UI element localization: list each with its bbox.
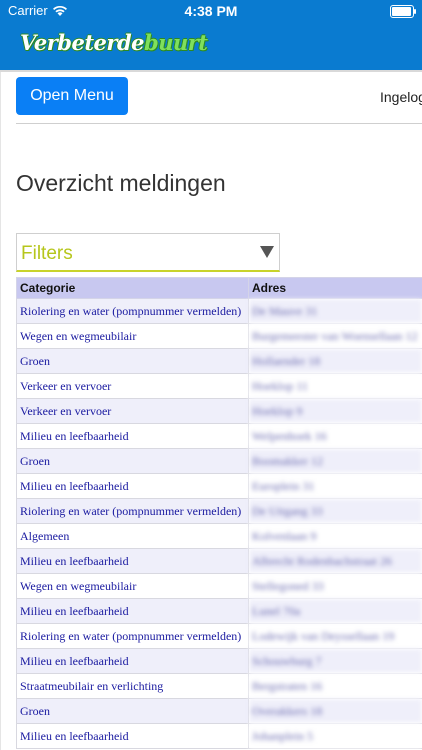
logged-in-label[interactable]: Ingelogd (380, 89, 422, 105)
cell-adres[interactable]: Kolvenlaan 9 (248, 523, 422, 549)
cell-adres[interactable]: Europlein 31 (248, 473, 422, 499)
cell-adres[interactable]: De Uitgang 33 (248, 498, 422, 524)
brand-divider (0, 70, 422, 72)
cell-adres[interactable]: Schouwburg 7 (248, 648, 422, 674)
cell-categorie[interactable]: Wegen en wegmeubilair (16, 323, 249, 349)
cell-adres[interactable]: Albrecht Rodenbachstraat 26 (248, 548, 422, 574)
logo-text-main: Verbeterde (20, 30, 145, 55)
table-row[interactable]: Groen Boomakker 12 (16, 448, 422, 474)
filters-label: Filters (21, 243, 73, 264)
table-row[interactable]: Straatmeubilair en verlichting Bergstrate… (16, 673, 422, 699)
table-row[interactable]: Riolering en water (pompnummer vermelden… (16, 298, 422, 324)
logo-text-accent: buurt (144, 30, 208, 55)
cell-adres[interactable]: Hoeklop 11 (248, 373, 422, 399)
cell-categorie[interactable]: Milieu en leefbaarheid (16, 548, 249, 574)
table-row[interactable]: Milieu en leefbaarheid Albrecht Rodenbach… (16, 548, 422, 574)
table-row[interactable]: Milieu en leefbaarheid Welpenhoek 16 (16, 423, 422, 449)
page-title: Overzicht meldingen (16, 170, 226, 196)
table-row[interactable]: Groen Overakkers 18 (16, 698, 422, 724)
table-row[interactable]: Wegen en wegmeubilair Stellegoned 33 (16, 573, 422, 599)
cell-adres[interactable]: De Mauve 31 (248, 298, 422, 324)
cell-categorie[interactable]: Groen (16, 698, 249, 724)
table-row[interactable]: Milieu en leefbaarheid Europlein 31 (16, 473, 422, 499)
cell-categorie[interactable]: Milieu en leefbaarheid (16, 473, 249, 499)
cell-adres[interactable]: Stellegoned 33 (248, 573, 422, 599)
cell-categorie[interactable]: Straatmeubilair en verlichting (16, 673, 249, 699)
brand-bar: Verbeterdebuurt (0, 22, 422, 70)
cell-categorie[interactable]: Wegen en wegmeubilair (16, 573, 249, 599)
cell-adres[interactable]: Johanplein 5 (248, 723, 422, 749)
cell-adres[interactable]: Bergstraten 16 (248, 673, 422, 699)
cell-categorie[interactable]: Verkeer en vervoer (16, 373, 249, 399)
table-row[interactable]: Groen Hollaender 18 (16, 348, 422, 374)
table-header-row: Categorie Adres (16, 277, 422, 299)
clock: 4:38 PM (184, 3, 238, 19)
status-bar: Carrier 4:38 PM (0, 0, 422, 22)
content-border (0, 72, 1, 750)
cell-adres[interactable]: Welpenhoek 16 (248, 423, 422, 449)
cell-categorie[interactable]: Milieu en leefbaarheid (16, 723, 249, 749)
table-row[interactable]: Algemeen Kolvenlaan 9 (16, 523, 422, 549)
filters-dropdown[interactable]: Filters (16, 233, 280, 272)
column-header-categorie[interactable]: Categorie (16, 277, 249, 299)
cell-adres[interactable]: Hoeklop 9 (248, 398, 422, 424)
header-divider (16, 123, 422, 124)
table-row[interactable]: Verkeer en vervoer Hoeklop 11 (16, 373, 422, 399)
cell-categorie[interactable]: Milieu en leefbaarheid (16, 648, 249, 674)
battery-icon (390, 5, 416, 18)
cell-adres[interactable]: Hollaender 18 (248, 348, 422, 374)
cell-adres[interactable]: Burgemeester van Woensellaan 12 (248, 323, 422, 349)
cell-adres[interactable]: Boomakker 12 (248, 448, 422, 474)
cell-categorie[interactable]: Milieu en leefbaarheid (16, 598, 249, 624)
table-row[interactable]: Wegen en wegmeubilair Burgemeester van Wo… (16, 323, 422, 349)
open-menu-button[interactable]: Open Menu (16, 77, 128, 115)
cell-categorie[interactable]: Verkeer en vervoer (16, 398, 249, 424)
reports-table: Categorie Adres Riolering en water (pomp… (16, 277, 422, 749)
cell-categorie[interactable]: Riolering en water (pompnummer vermelden… (16, 498, 249, 524)
table-row[interactable]: Riolering en water (pompnummer vermelden… (16, 498, 422, 524)
cell-categorie[interactable]: Milieu en leefbaarheid (16, 423, 249, 449)
table-row[interactable]: Verkeer en vervoer Hoeklop 9 (16, 398, 422, 424)
cell-categorie[interactable]: Algemeen (16, 523, 249, 549)
cell-categorie[interactable]: Riolering en water (pompnummer vermelden… (16, 623, 249, 649)
cell-categorie[interactable]: Groen (16, 448, 249, 474)
table-row[interactable]: Milieu en leefbaarheid Johanplein 5 (16, 723, 422, 749)
cell-adres[interactable]: Lunel 70a (248, 598, 422, 624)
column-header-adres[interactable]: Adres (248, 277, 422, 299)
table-row[interactable]: Riolering en water (pompnummer vermelden… (16, 623, 422, 649)
site-logo[interactable]: Verbeterdebuurt (20, 30, 208, 55)
cell-categorie[interactable]: Groen (16, 348, 249, 374)
cell-adres[interactable]: Lodewijk van Deyssellaan 19 (248, 623, 422, 649)
table-row[interactable]: Milieu en leefbaarheid Schouwburg 7 (16, 648, 422, 674)
cell-categorie[interactable]: Riolering en water (pompnummer vermelden… (16, 298, 249, 324)
table-row[interactable]: Milieu en leefbaarheid Lunel 70a (16, 598, 422, 624)
cell-adres[interactable]: Overakkers 18 (248, 698, 422, 724)
triangle-down-icon (260, 246, 274, 258)
